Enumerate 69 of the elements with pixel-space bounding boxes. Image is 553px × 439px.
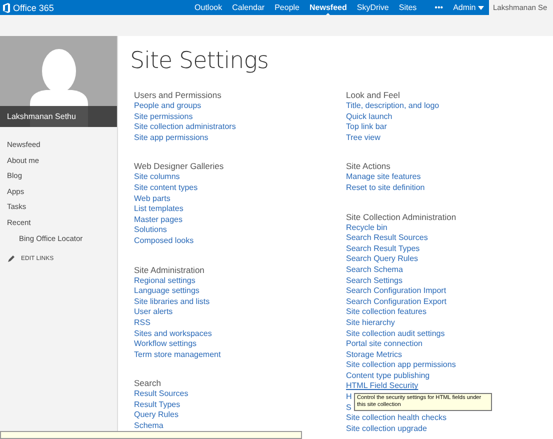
settings-link[interactable]: Site collection upgrade <box>346 424 427 434</box>
settings-link[interactable]: H <box>346 392 352 403</box>
settings-link[interactable]: Site app permissions <box>134 132 208 144</box>
profile-name: Lakshmanan Sethu <box>0 106 117 127</box>
nav-link[interactable]: Newsfeed <box>304 0 352 15</box>
nav-link[interactable]: Sites <box>394 0 422 15</box>
settings-link[interactable]: Site permissions <box>134 112 193 122</box>
settings-link[interactable]: Master pages <box>134 214 182 226</box>
settings-link[interactable]: Site collection app permissions <box>346 360 456 371</box>
settings-link[interactable]: RSS <box>134 318 150 328</box>
settings-link[interactable]: Site libraries and lists <box>134 296 210 308</box>
admin-menu[interactable]: Admin <box>448 0 489 15</box>
settings-link[interactable]: Search Configuration Import <box>346 286 446 297</box>
settings-link[interactable]: Title, description, and logo <box>346 101 440 112</box>
more-button[interactable]: ••• <box>430 0 448 15</box>
settings-link[interactable]: User alerts <box>134 307 173 318</box>
nav-link[interactable]: People <box>270 0 304 15</box>
section-heading: Look and Feel <box>346 90 401 101</box>
settings-link[interactable]: Tree view <box>346 132 380 144</box>
settings-link[interactable]: Content type publishing <box>346 370 430 382</box>
settings-link[interactable]: Result Sources <box>134 389 188 400</box>
settings-link[interactable]: Regional settings <box>134 276 196 286</box>
settings-link[interactable]: Query Rules <box>134 410 178 422</box>
settings-link[interactable]: Result Types <box>134 400 180 410</box>
nav-link[interactable]: Calendar <box>227 0 270 15</box>
settings-link[interactable]: Search Configuration Export <box>346 296 446 308</box>
settings-link[interactable]: S <box>346 402 352 414</box>
settings-link[interactable]: Search Settings <box>346 276 402 286</box>
section-heading: Site Administration <box>134 264 206 276</box>
settings-link[interactable]: Solutions <box>134 225 167 236</box>
settings-link[interactable]: Workflow settings <box>134 339 197 350</box>
settings-link[interactable]: Term store management <box>134 350 221 360</box>
section-heading: Search <box>134 378 162 390</box>
settings-link[interactable]: Top link bar <box>346 122 387 133</box>
settings-link[interactable]: Site collection audit settings <box>346 328 445 340</box>
settings-link[interactable]: Storage Metrics <box>346 350 402 360</box>
settings-link[interactable]: Site hierarchy <box>346 318 395 328</box>
settings-link[interactable]: Search Result Sources <box>346 233 428 244</box>
settings-link[interactable]: Site collection features <box>346 307 426 318</box>
settings-link[interactable]: Recycle bin <box>346 222 388 234</box>
settings-link[interactable]: Web parts <box>134 194 170 204</box>
settings-link[interactable]: Reset to site definition <box>346 182 425 194</box>
office-logo-icon <box>2 2 11 12</box>
section-heading: Site Collection Administration <box>346 212 458 223</box>
page-title: Site Settings <box>130 48 270 74</box>
settings-link[interactable]: Sites and workspaces <box>134 328 212 340</box>
pencil-icon <box>8 255 15 262</box>
settings-link[interactable]: Site content types <box>134 182 198 194</box>
section-heading: Site Actions <box>346 161 392 172</box>
settings-link[interactable]: List templates <box>134 204 184 215</box>
settings-link[interactable]: Portal site connection <box>346 339 422 350</box>
settings-link[interactable]: Language settings <box>134 286 200 297</box>
settings-link[interactable]: Manage site features <box>346 172 421 183</box>
office-logo[interactable]: Office 365 <box>0 2 190 12</box>
section-heading: Web Designer Galleries <box>134 161 225 172</box>
settings-link[interactable]: Site columns <box>134 172 180 183</box>
settings-link[interactable]: People and groups <box>134 101 202 112</box>
nav-link[interactable]: Outlook <box>190 0 228 15</box>
section-heading: Users and Permissions <box>134 90 222 101</box>
settings-link[interactable]: Schema <box>134 421 164 432</box>
settings-link[interactable]: Search Schema <box>346 264 403 276</box>
caret-icon <box>478 6 484 10</box>
settings-link[interactable]: Site collection health checks <box>346 413 446 424</box>
settings-link[interactable]: Composed looks <box>134 236 194 247</box>
settings-link[interactable]: Site collection administrators <box>134 122 236 133</box>
nav-link[interactable]: SkyDrive <box>352 0 394 15</box>
settings-link[interactable]: Search Query Rules <box>346 254 418 265</box>
settings-link[interactable]: Quick launch <box>346 112 392 122</box>
settings-link[interactable]: Search Result Types <box>346 244 420 254</box>
